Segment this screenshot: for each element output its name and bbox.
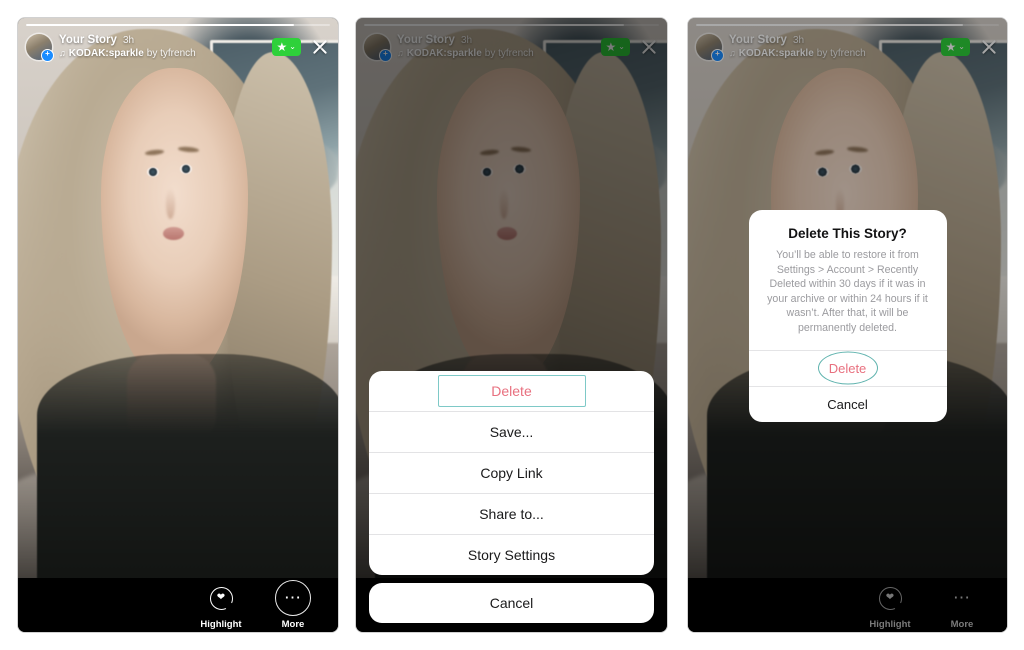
action-item-story-settings[interactable]: Story Settings (369, 534, 654, 575)
phone-panel-confirm-dialog: + Your Story 3h ♫ KODAK:sparkle by tyfre… (688, 18, 1007, 632)
dialog-message: You’ll be able to restore it from Settin… (767, 249, 928, 335)
action-item-delete[interactable]: Delete (369, 371, 654, 411)
music-note-icon: ♫ (59, 48, 66, 59)
highlight-icon-wrap: ❤ (203, 580, 239, 616)
dialog-title: Delete This Story? (788, 226, 907, 241)
chevron-down-icon: ⌄ (289, 42, 296, 51)
story-progress-bar (26, 24, 330, 26)
dialog-delete-button[interactable]: Delete (748, 349, 947, 386)
story-header: + Your Story 3h ♫ KODAK:sparkle by tyfre… (18, 30, 338, 64)
delete-confirm-dialog: Delete This Story? You’ll be able to res… (748, 210, 947, 422)
dialog-cancel-button[interactable]: Cancel (748, 385, 947, 422)
action-sheet: Delete Save... Copy Link Share to... Sto… (369, 371, 654, 623)
subject-top (37, 354, 338, 578)
eye-left (146, 167, 160, 178)
action-sheet-items: Delete Save... Copy Link Share to... Sto… (369, 371, 654, 575)
story-timestamp: 3h (122, 35, 135, 47)
more-label: More (281, 619, 305, 630)
story-photo[interactable]: + Your Story 3h ♫ KODAK:sparkle by tyfre… (18, 18, 338, 578)
action-item-share-to[interactable]: Share to... (369, 493, 654, 534)
eyebrow-left (145, 148, 165, 156)
action-item-story-settings-label: Story Settings (467, 547, 556, 563)
action-item-delete-label: Delete (491, 383, 532, 399)
avatar-add-badge[interactable]: + (41, 49, 54, 62)
action-item-save-label: Save... (489, 424, 534, 440)
highlight-label: Highlight (200, 619, 242, 630)
close-icon[interactable] (310, 37, 330, 57)
action-sheet-cancel-label: Cancel (489, 595, 534, 611)
lips (163, 226, 184, 240)
music-title: KODAK:sparkle (68, 47, 144, 59)
music-artist: by tyfrench (146, 47, 196, 59)
phone-panel-story-view: + Your Story 3h ♫ KODAK:sparkle by tyfre… (18, 18, 338, 632)
more-icon-wrap: ⋯ (275, 580, 311, 616)
phone-panel-action-sheet: + Your Story 3h ♫ KODAK:sparkle by tyfre… (356, 18, 667, 632)
action-item-save[interactable]: Save... (369, 411, 654, 452)
ellipsis-icon: ⋯ (284, 588, 302, 607)
story-header-row-primary: Your Story 3h (59, 34, 266, 48)
screenshot-stage: + Your Story 3h ♫ KODAK:sparkle by tyfre… (0, 0, 1024, 650)
story-username[interactable]: Your Story (59, 34, 117, 48)
eyebrow-right (177, 145, 199, 153)
action-item-share-to-label: Share to... (479, 506, 544, 522)
dialog-cancel-label: Cancel (827, 396, 868, 412)
more-button[interactable]: ⋯ More (262, 580, 324, 630)
star-badge[interactable]: ★ ⌄ (271, 38, 301, 56)
eye-right (179, 164, 193, 175)
avatar[interactable]: + (26, 34, 54, 62)
nose (165, 187, 175, 219)
story-progress-fill (26, 24, 294, 26)
story-bottom-bar: ❤ Highlight ⋯ More (18, 578, 338, 632)
star-icon: ★ (276, 40, 288, 54)
story-header-text: Your Story 3h ♫ KODAK:sparkle by tyfrenc… (59, 34, 266, 59)
action-item-copy-link-label: Copy Link (480, 465, 543, 481)
action-item-copy-link[interactable]: Copy Link (369, 452, 654, 493)
dialog-body: Delete This Story? You’ll be able to res… (749, 210, 947, 350)
highlight-button[interactable]: ❤ Highlight (190, 580, 252, 630)
heart-icon: ❤ (209, 586, 233, 610)
action-sheet-cancel-button[interactable]: Cancel (369, 583, 654, 623)
story-header-row-music[interactable]: ♫ KODAK:sparkle by tyfrench (59, 48, 266, 60)
dialog-delete-label: Delete (828, 360, 867, 376)
